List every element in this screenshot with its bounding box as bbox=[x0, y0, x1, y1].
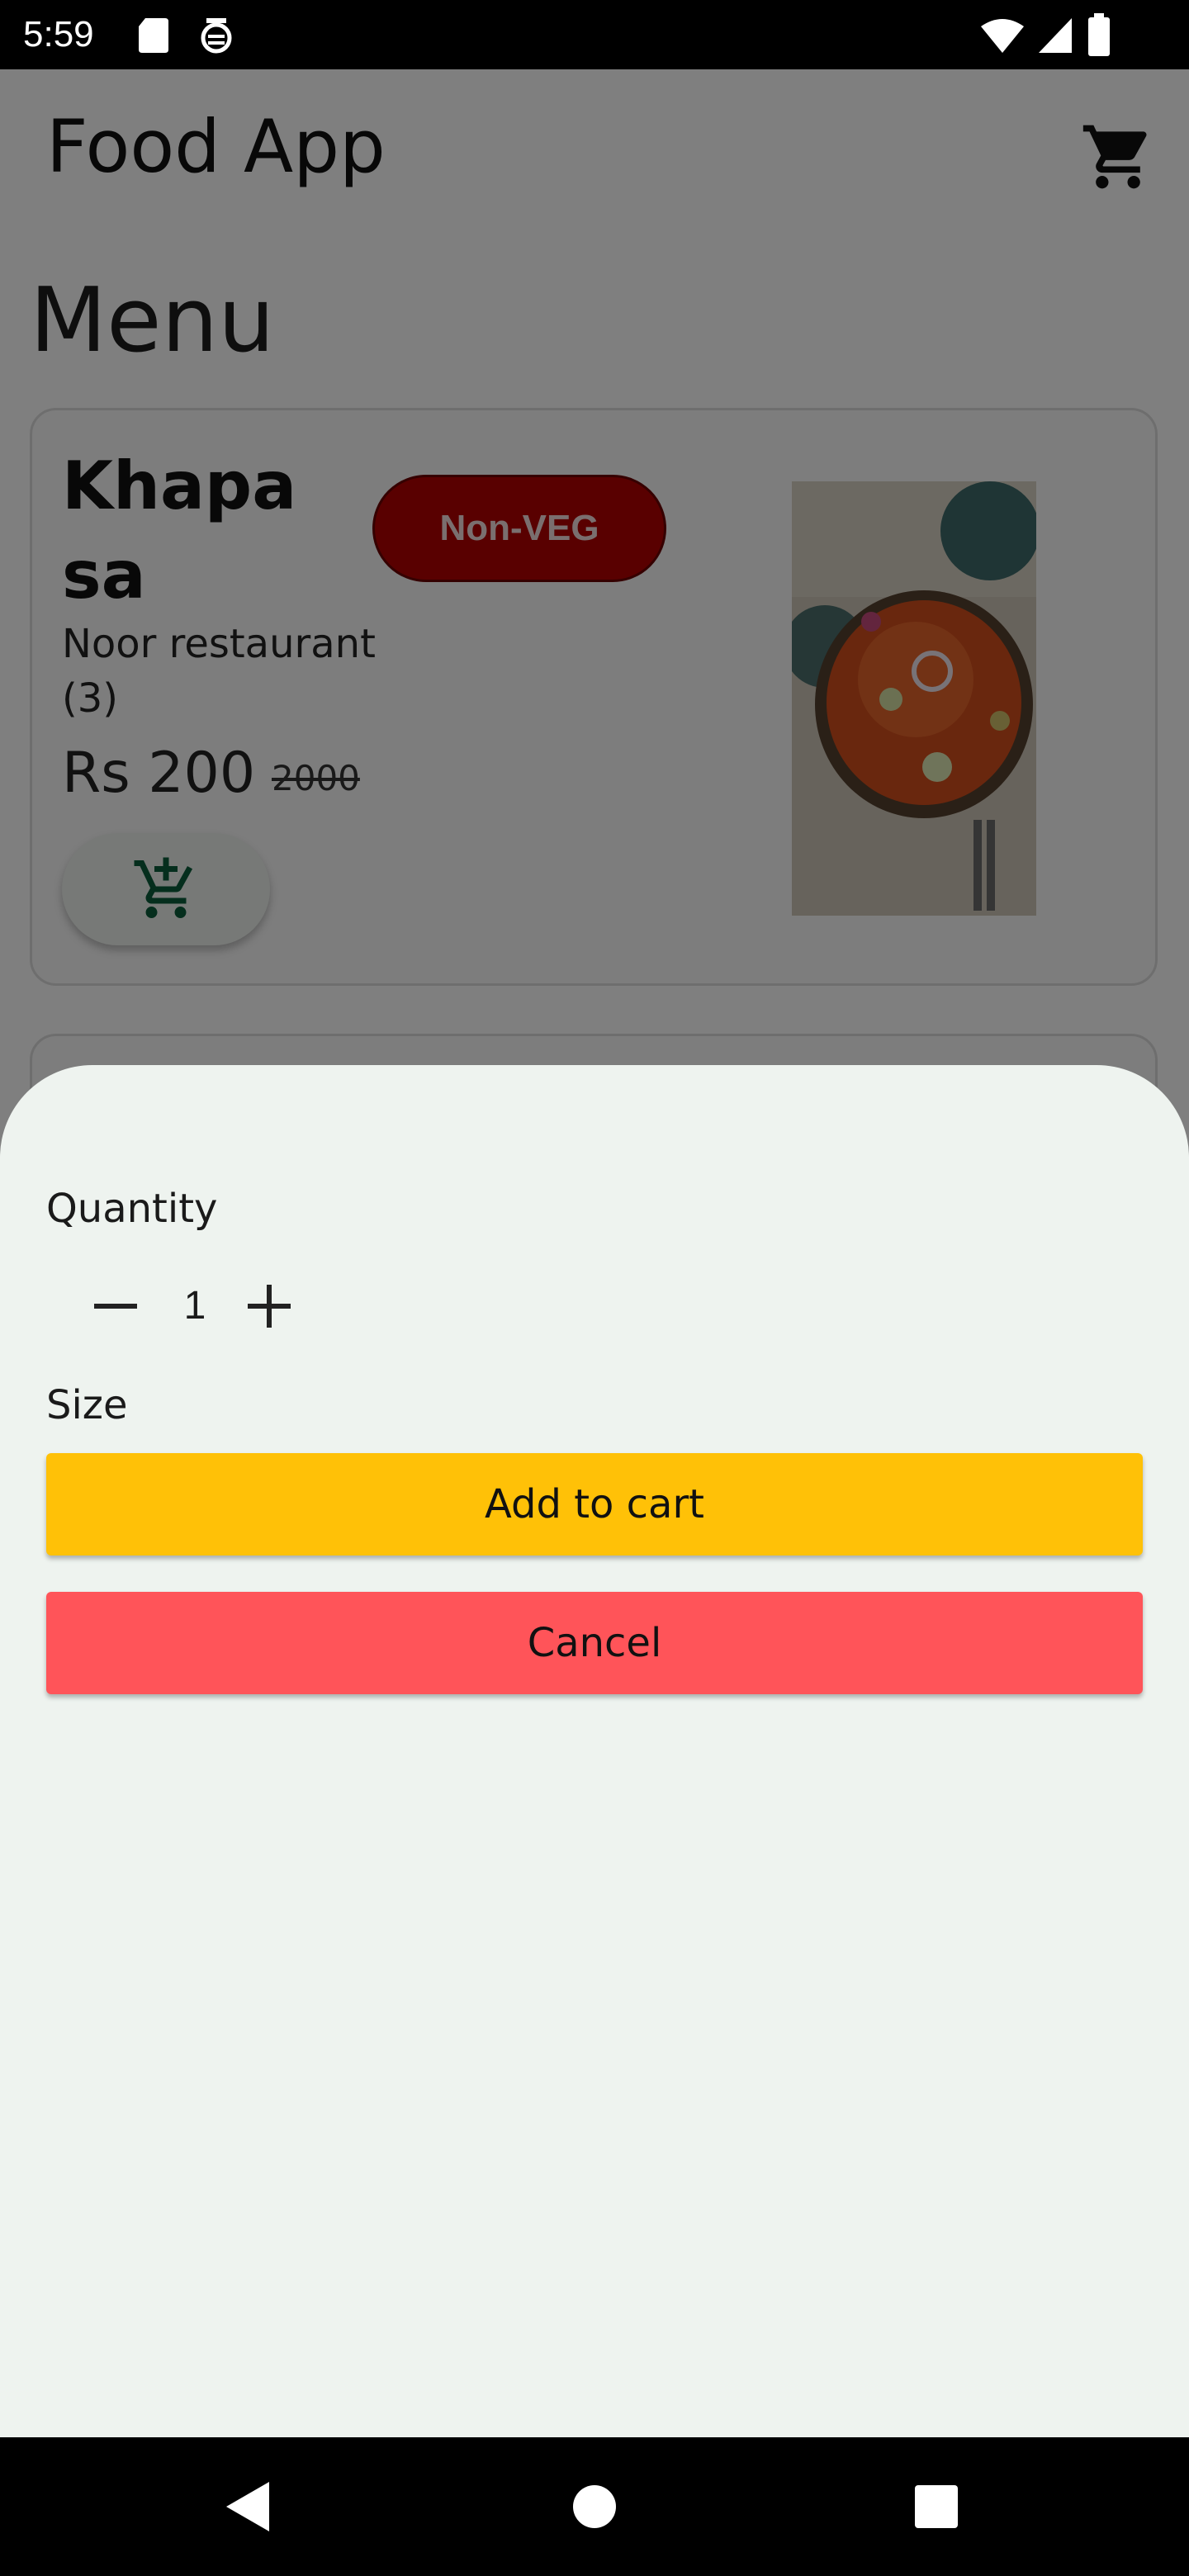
add-to-cart-button[interactable]: Add to cart bbox=[46, 1453, 1143, 1556]
quantity-label: Quantity bbox=[46, 1186, 218, 1232]
screen: 5:59 Food App Menu Khapasa Non-VEG bbox=[0, 0, 1189, 2576]
battery-icon bbox=[1088, 13, 1110, 56]
back-icon[interactable] bbox=[221, 2479, 274, 2535]
sd-card-icon bbox=[139, 18, 168, 53]
status-time: 5:59 bbox=[23, 14, 94, 54]
status-bar: 5:59 bbox=[0, 0, 1189, 69]
increase-quantity-button[interactable] bbox=[236, 1273, 302, 1339]
bottom-sheet: Quantity 1 Size Add to cart Cancel bbox=[0, 1065, 1189, 2437]
decrease-quantity-button[interactable] bbox=[83, 1273, 149, 1339]
notification-icon bbox=[201, 18, 232, 54]
quantity-value: 1 bbox=[183, 1284, 206, 1328]
home-icon[interactable] bbox=[571, 2484, 618, 2530]
recents-icon[interactable] bbox=[915, 2485, 958, 2528]
wifi-icon bbox=[981, 19, 1024, 53]
navigation-bar bbox=[0, 2437, 1189, 2576]
signal-icon bbox=[1039, 18, 1072, 53]
size-label: Size bbox=[46, 1382, 128, 1428]
cancel-button[interactable]: Cancel bbox=[46, 1592, 1143, 1694]
